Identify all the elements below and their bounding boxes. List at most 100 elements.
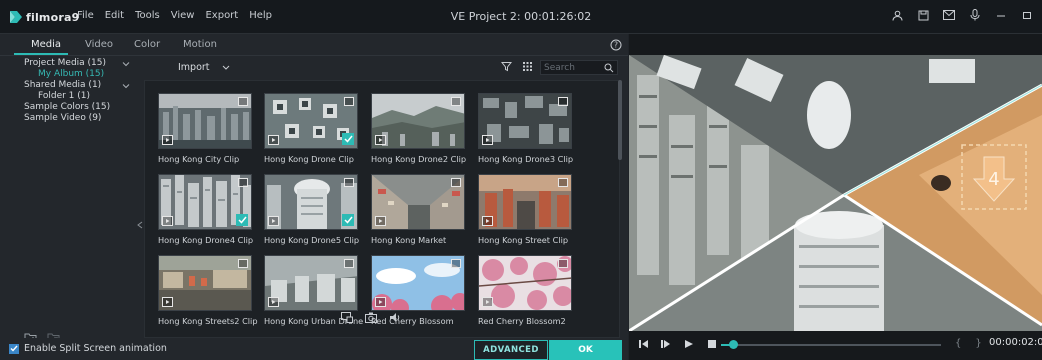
- chevron-down-icon: [222, 65, 229, 70]
- preview-bottom-icons: [341, 312, 401, 323]
- titlebar-icons: [890, 8, 1034, 22]
- media-item[interactable]: Hong Kong Drone Clip: [264, 93, 358, 164]
- media-thumbnail[interactable]: [158, 174, 252, 230]
- play-icon[interactable]: [684, 339, 694, 349]
- tab-media[interactable]: Media: [31, 39, 61, 50]
- video-clip-icon: [162, 297, 173, 307]
- tree-item-sample-video[interactable]: Sample Video (9): [24, 113, 101, 123]
- media-thumbnail[interactable]: [158, 255, 252, 311]
- menu-edit[interactable]: Edit: [105, 10, 124, 21]
- tab-motion[interactable]: Motion: [183, 39, 217, 50]
- media-thumbnail[interactable]: [478, 255, 572, 311]
- media-thumbnail[interactable]: [158, 93, 252, 149]
- library-tree: Project Media (15) My Album (15) Shared …: [0, 57, 143, 357]
- filter-icon[interactable]: [501, 61, 512, 72]
- media-thumbnail[interactable]: [371, 174, 465, 230]
- selected-check-icon[interactable]: [236, 214, 248, 226]
- tab-color[interactable]: Color: [134, 39, 160, 50]
- media-item[interactable]: Hong Kong Drone4 Clip: [158, 174, 254, 245]
- preview-video[interactable]: 4: [629, 55, 1042, 331]
- snapshot-camera-icon[interactable]: [365, 312, 377, 323]
- video-clip-icon: [162, 135, 173, 145]
- menu-file[interactable]: File: [77, 10, 94, 21]
- media-thumbnail[interactable]: [371, 93, 465, 149]
- media-item-label: Hong Kong Market: [371, 235, 447, 245]
- chevron-down-icon[interactable]: [122, 82, 130, 90]
- previous-frame-icon[interactable]: [639, 339, 649, 349]
- selected-check-icon[interactable]: [342, 133, 354, 145]
- transition-number-overlay: 4: [988, 169, 999, 190]
- media-item-label: Hong Kong Drone3 Clip: [478, 154, 574, 164]
- menu-view[interactable]: View: [171, 10, 195, 21]
- tree-item-shared-media[interactable]: Shared Media (1): [24, 80, 101, 90]
- timeline-playhead[interactable]: [729, 340, 738, 349]
- film-strip-icon: [451, 97, 461, 106]
- film-strip-icon: [558, 259, 568, 268]
- media-item-label: Hong Kong Drone4 Clip: [158, 235, 254, 245]
- search-box: [540, 60, 618, 75]
- media-thumbnail[interactable]: [478, 174, 572, 230]
- split-screen-checkbox[interactable]: Enable Split Screen animation: [9, 343, 167, 354]
- video-clip-icon: [268, 297, 279, 307]
- video-clip-icon: [482, 135, 493, 145]
- media-item[interactable]: Hong Kong Drone3 Clip: [478, 93, 574, 164]
- video-clip-icon: [482, 297, 493, 307]
- film-strip-icon: [344, 259, 354, 268]
- mail-icon[interactable]: [942, 8, 956, 22]
- checkbox-checked-icon[interactable]: [9, 343, 19, 354]
- advanced-button[interactable]: ADVANCED: [474, 340, 548, 360]
- grid-view-icon[interactable]: [522, 61, 533, 72]
- video-clip-icon: [268, 216, 279, 226]
- search-icon[interactable]: [604, 63, 614, 73]
- chevron-down-icon[interactable]: [122, 60, 130, 68]
- media-thumbnail[interactable]: [264, 174, 358, 230]
- media-item[interactable]: Hong Kong Drone5 Clip: [264, 174, 360, 245]
- display-mode-icon[interactable]: [341, 312, 353, 323]
- next-frame-icon[interactable]: [661, 339, 671, 349]
- microphone-icon[interactable]: [968, 8, 982, 22]
- preview-panel: 4 {} 00:00:02:0: [629, 34, 1042, 360]
- stop-icon[interactable]: [707, 339, 717, 349]
- svg-text:?: ?: [614, 41, 618, 50]
- video-clip-icon: [375, 135, 386, 145]
- collapse-panel-arrow-icon[interactable]: [137, 221, 143, 229]
- playback-controls: {} 00:00:02:0: [629, 331, 1042, 360]
- video-clip-icon: [482, 216, 493, 226]
- tree-item-sample-colors[interactable]: Sample Colors (15): [24, 102, 110, 112]
- import-label: Import: [178, 62, 210, 73]
- tab-video[interactable]: Video: [85, 39, 113, 50]
- media-thumbnail[interactable]: [264, 93, 358, 149]
- selected-check-icon[interactable]: [342, 214, 354, 226]
- menu-export[interactable]: Export: [205, 10, 238, 21]
- save-icon[interactable]: [916, 8, 930, 22]
- menu-tools[interactable]: Tools: [135, 10, 160, 21]
- tree-item-folder-1[interactable]: Folder 1 (1): [38, 91, 90, 101]
- media-item[interactable]: Red Cherry Blossom2: [478, 255, 572, 326]
- menu-help[interactable]: Help: [249, 10, 272, 21]
- media-item[interactable]: Hong Kong Street Clip: [478, 174, 572, 245]
- media-scrollbar[interactable]: [618, 80, 622, 160]
- tree-item-project-media[interactable]: Project Media (15): [24, 58, 106, 68]
- video-clip-icon: [375, 297, 386, 307]
- volume-icon[interactable]: [389, 312, 401, 323]
- media-item[interactable]: Hong Kong Market: [371, 174, 465, 245]
- video-clip-icon: [162, 216, 173, 226]
- import-dropdown[interactable]: Import: [178, 62, 230, 73]
- help-icon[interactable]: ?: [610, 39, 622, 51]
- media-library-panel: Media Video Color Motion ? Project Media…: [0, 34, 628, 360]
- minimize-icon[interactable]: [994, 8, 1008, 22]
- media-item[interactable]: Hong Kong City Clip: [158, 93, 252, 164]
- tree-item-my-album[interactable]: My Album (15): [38, 69, 104, 79]
- media-item[interactable]: Hong Kong Streets2 Clip: [158, 255, 258, 326]
- media-thumbnail[interactable]: [478, 93, 572, 149]
- account-icon[interactable]: [890, 8, 904, 22]
- playback-timeline[interactable]: [729, 344, 941, 346]
- search-input[interactable]: [544, 62, 604, 74]
- maximize-icon[interactable]: [1020, 8, 1034, 22]
- media-item[interactable]: Hong Kong Drone2 Clip: [371, 93, 466, 164]
- media-thumbnail[interactable]: [264, 255, 358, 311]
- ok-button[interactable]: OK: [549, 340, 622, 360]
- media-thumbnail[interactable]: [371, 255, 465, 311]
- app-brand: filmora9: [26, 10, 80, 24]
- media-item-label: Hong Kong Drone5 Clip: [264, 235, 360, 245]
